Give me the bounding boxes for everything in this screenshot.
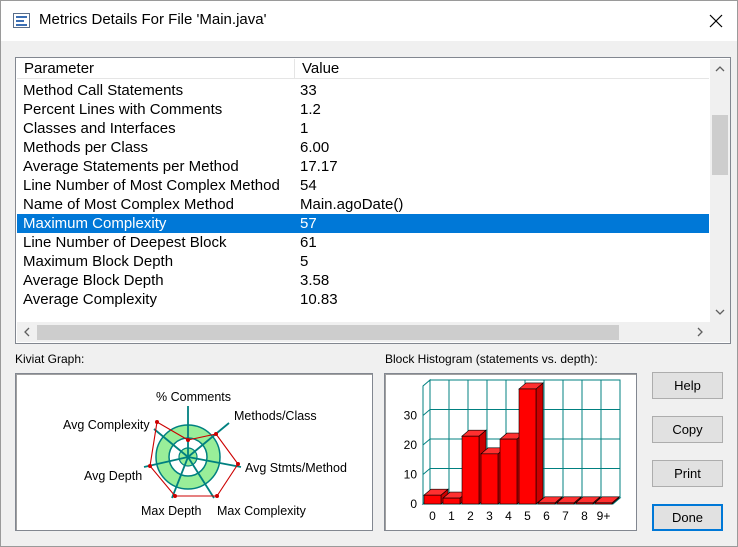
scroll-right-icon[interactable] [690, 322, 710, 342]
vertical-scrollbar[interactable] [710, 59, 730, 322]
histogram-bar [518, 388, 537, 505]
histogram-bar [537, 502, 556, 505]
kiviat-axis-label: Avg Depth [84, 469, 142, 483]
histogram-y-tick-label: 30 [404, 409, 418, 423]
histogram-y-tick-label: 10 [404, 468, 418, 482]
print-button[interactable]: Print [652, 460, 723, 487]
window-title: Metrics Details For File 'Main.java' [39, 11, 267, 28]
histogram-y-tick-label: 20 [404, 438, 418, 452]
histogram-x-tick-label: 1 [448, 509, 455, 523]
kiviat-axis-label: Avg Stmts/Method [245, 461, 347, 475]
cell-value: 33 [300, 82, 317, 99]
close-icon[interactable] [701, 9, 731, 33]
histogram-bar [461, 435, 480, 505]
cell-parameter: Line Number of Deepest Block [23, 234, 227, 251]
cell-parameter: Name of Most Complex Method [23, 196, 234, 213]
scroll-up-icon[interactable] [710, 59, 730, 79]
table-row[interactable]: Average Complexity 10.83 [17, 290, 709, 309]
kiviat-label: Kiviat Graph: [15, 352, 85, 366]
metrics-details-window: Metrics Details For File 'Main.java' Par… [0, 0, 738, 547]
histogram-bar [480, 453, 499, 505]
histogram-x-tick-label: 0 [429, 509, 436, 523]
kiviat-axis-label: % Comments [156, 390, 231, 404]
table-row[interactable]: Percent Lines with Comments 1.2 [17, 100, 709, 119]
table-row[interactable]: Maximum Complexity 57 [17, 214, 709, 233]
histogram-x-tick-label: 8 [581, 509, 588, 523]
cell-parameter: Average Block Depth [23, 272, 164, 289]
cell-value: 6.00 [300, 139, 330, 156]
cell-value: 17.17 [300, 158, 338, 175]
scroll-left-icon[interactable] [17, 322, 37, 342]
histogram-bar [594, 502, 613, 505]
table-body: Method Call Statements 33 Percent Lines wi… [17, 81, 709, 309]
copy-button[interactable]: Copy [652, 416, 723, 443]
done-button[interactable]: Done [652, 504, 723, 531]
cell-parameter: Maximum Complexity [23, 215, 167, 232]
histogram-x-tick-label: 3 [486, 509, 493, 523]
histogram-x-tick-label: 2 [467, 509, 474, 523]
histogram-x-tick-label: 6 [543, 509, 550, 523]
table-header: Parameter Value [17, 59, 709, 79]
kiviat-axis-label: Avg Complexity [63, 418, 150, 432]
histogram-label: Block Histogram (statements vs. depth): [385, 352, 598, 366]
histogram-bar [575, 502, 594, 505]
kiviat-graph: % Comments Methods/Class Avg Stmts/Metho… [15, 373, 373, 531]
cell-parameter: Classes and Interfaces [23, 120, 176, 137]
histogram-bar [423, 494, 442, 505]
histogram-bar-side [535, 382, 544, 505]
histogram-bar [499, 438, 518, 505]
cell-value: 5 [300, 253, 309, 270]
cell-parameter: Methods per Class [23, 139, 149, 156]
kiviat-axis-label: Max Depth [141, 504, 201, 518]
table-row[interactable]: Classes and Interfaces 1 [17, 119, 709, 138]
block-histogram: 0 10 20 30 0 1 2 3 4 5 6 7 8 9+ [384, 373, 637, 531]
histogram-svg: 01020300 1 2 3 4 5 6 7 8 9+ [404, 378, 622, 523]
cell-parameter: Line Number of Most Complex Method [23, 177, 280, 194]
table-row[interactable]: Average Statements per Method 17.17 [17, 157, 709, 176]
cell-value: 3.58 [300, 272, 330, 289]
cell-value: 54 [300, 177, 317, 194]
histogram-x-tick-label: 5 [524, 509, 531, 523]
table-row[interactable]: Maximum Block Depth 5 [17, 252, 709, 271]
histogram-bar [442, 497, 461, 505]
title-bar: Metrics Details For File 'Main.java' [1, 1, 737, 41]
table-row[interactable]: Methods per Class 6.00 [17, 138, 709, 157]
cell-value: 10.83 [300, 291, 338, 308]
cell-value: 61 [300, 234, 317, 251]
metrics-table[interactable]: Parameter Value Method Call Statements 33… [15, 57, 731, 344]
horizontal-scroll-thumb[interactable] [37, 325, 619, 340]
cell-value: 1 [300, 120, 309, 137]
cell-parameter: Method Call Statements [23, 82, 184, 99]
histogram-y-tick-label: 0 [410, 497, 417, 511]
cell-parameter: Average Complexity [23, 291, 157, 308]
cell-parameter: Maximum Block Depth [23, 253, 174, 270]
table-row[interactable]: Average Block Depth 3.58 [17, 271, 709, 290]
scroll-down-icon[interactable] [710, 302, 730, 322]
vertical-scroll-thumb[interactable] [712, 115, 728, 175]
kiviat-axis-label: Methods/Class [234, 409, 317, 423]
table-row[interactable]: Line Number of Deepest Block 61 [17, 233, 709, 252]
histogram-x-tick-label: 4 [505, 509, 512, 523]
kiviat-svg: % Comments Methods/Class Avg Stmts/Metho… [63, 390, 347, 518]
cell-parameter: Percent Lines with Comments [23, 101, 223, 118]
kiviat-axis-label: Max Complexity [217, 504, 307, 518]
help-button[interactable]: Help [652, 372, 723, 399]
cell-value: Main.agoDate() [300, 196, 404, 213]
column-header-value[interactable]: Value [295, 59, 709, 79]
column-header-parameter[interactable]: Parameter [17, 59, 295, 79]
cell-value: 1.2 [300, 101, 321, 118]
scrollbar-corner [710, 322, 730, 342]
table-row[interactable]: Name of Most Complex Method Main.agoDate(… [17, 195, 709, 214]
histogram-x-tick-label: 7 [562, 509, 569, 523]
table-row[interactable]: Line Number of Most Complex Method 54 [17, 176, 709, 195]
cell-parameter: Average Statements per Method [23, 158, 239, 175]
table-row[interactable]: Method Call Statements 33 [17, 81, 709, 100]
histogram-x-tick-label: 9+ [597, 509, 611, 523]
metrics-window-icon [13, 13, 30, 28]
cell-value: 57 [300, 215, 317, 232]
histogram-bar [556, 502, 575, 505]
horizontal-scrollbar[interactable] [17, 322, 710, 342]
